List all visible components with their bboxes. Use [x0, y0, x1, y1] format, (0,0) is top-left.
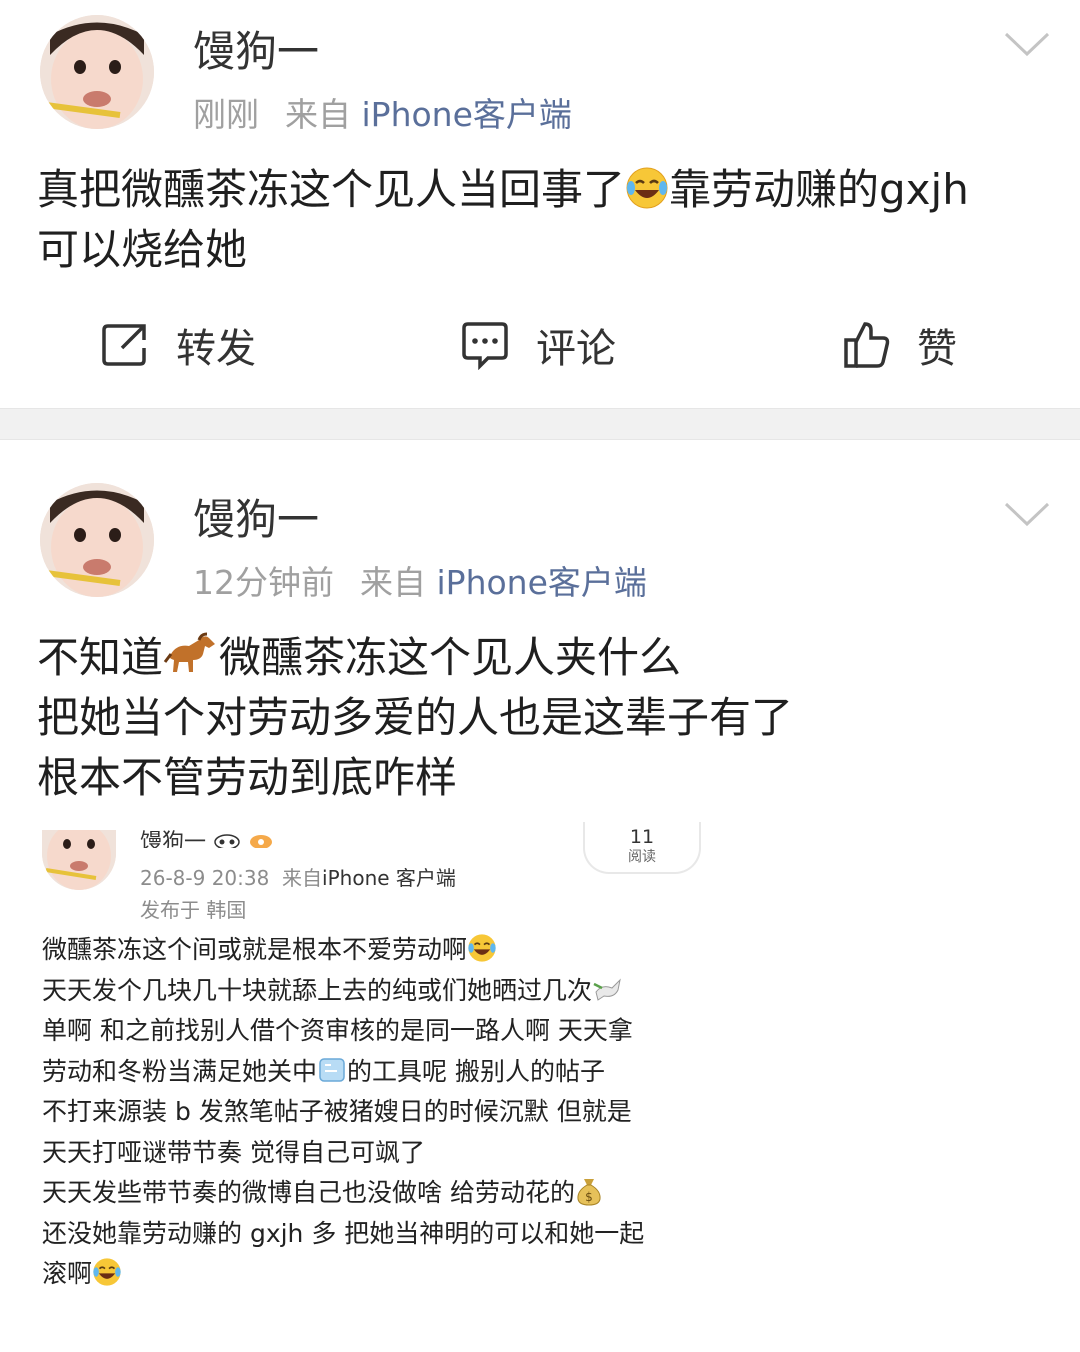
- embedded-source: iPhone 客户端: [322, 866, 456, 890]
- weibo-post-2: 馒狗一 12分钟前 来自 iPhone客户端 不知道 微醺茶冻这个见人夹什么 把她当…: [0, 440, 1080, 1352]
- horse-icon: [163, 632, 216, 672]
- embedded-content: 微醺茶冻这个间或就是根本不爱劳动啊 天天发个几块几十块就舔上去的纯或们她晒过几次…: [42, 930, 722, 1295]
- panda-icon: [214, 834, 240, 848]
- face-with-tears-of-joy-icon: [626, 167, 668, 209]
- post-divider: [0, 408, 1080, 440]
- content-line: 把她当个对劳动多爱的人也是这辈子有了: [37, 693, 794, 742]
- embedded-line: 滚啊: [42, 1259, 93, 1288]
- post-time: 刚刚: [193, 95, 259, 134]
- thumbs-up-icon: [844, 322, 890, 368]
- embedded-line: 微醺茶冻这个间或就是根本不爱劳动啊: [42, 935, 468, 964]
- repost-icon: [102, 324, 146, 366]
- ice-cube-icon: [319, 1057, 345, 1082]
- like-button[interactable]: 赞: [843, 310, 957, 380]
- embedded-line: 劳动和冬粉当满足她关中: [42, 1056, 318, 1086]
- source-prefix: 来自: [285, 95, 351, 134]
- comment-button[interactable]: 评论: [460, 310, 616, 380]
- content-line: 根本不管劳动到底咋样: [37, 753, 458, 802]
- read-count: 11: [629, 826, 655, 848]
- source-link[interactable]: iPhone客户端: [362, 95, 572, 134]
- post-content: 真把微醺茶冻这个见人当回事了 靠劳动赚的gxjh 可以烧给她: [37, 160, 1050, 280]
- post-meta: 刚刚 来自 iPhone客户端: [193, 88, 572, 136]
- embedded-line: 单啊 和之前找别人借个资审核的是同一路人啊 天天拿: [42, 1016, 633, 1045]
- embedded-meta: 26-8-9 20:38 来自iPhone 客户端: [140, 862, 456, 891]
- money-bag-icon: $: [577, 1179, 601, 1206]
- username[interactable]: 馒狗一: [193, 18, 319, 79]
- avatar-child-photo: [40, 483, 154, 597]
- face-with-tears-of-joy-icon: [93, 1258, 121, 1286]
- action-bar: 转发 评论 赞: [0, 310, 1080, 380]
- embedded-line: 的工具呢 搬别人的帖子: [347, 1056, 605, 1086]
- embedded-line: 天天打哑谜带节奏 觉得自己可飒了: [42, 1137, 425, 1167]
- embedded-line: 天天发些带节奏的微博自己也没做啥 给劳动花的: [42, 1178, 575, 1207]
- username[interactable]: 馒狗一: [193, 486, 319, 547]
- read-label: 阅读: [628, 849, 656, 865]
- embedded-line: 不打来源装 b 发煞笔帖子被猪嫂日的时候沉默 但就是: [42, 1097, 632, 1126]
- avatar-child-photo: [40, 15, 154, 129]
- embedded-screenshot[interactable]: 馒狗一 26-8-9 20:38 来自iPhone 客户端 发布于 韩国 11 …: [0, 822, 740, 1350]
- content-line: 真把微醺茶冻这个见人当回事了: [37, 165, 626, 214]
- read-count-badge: 11 阅读: [583, 822, 701, 874]
- chevron-down-icon[interactable]: [1004, 30, 1050, 60]
- weibo-post-1: 馒狗一 刚刚 来自 iPhone客户端 真把微醺茶冻这个见人当回事了 靠劳动赚的gx…: [0, 0, 1080, 408]
- source-link[interactable]: iPhone客户端: [437, 563, 647, 602]
- dove-icon: [593, 977, 621, 1001]
- embedded-line: 还没她靠劳动赚的 gxjh 多 把她当神明的可以和她一起: [42, 1218, 645, 1248]
- chevron-down-icon[interactable]: [1004, 500, 1050, 530]
- like-label: 赞: [917, 326, 957, 372]
- source-prefix: 来自: [360, 563, 426, 602]
- content-line: 可以烧给她: [37, 225, 248, 274]
- comment-label: 评论: [536, 326, 616, 372]
- content-line: 微醺茶冻这个见人夹什么: [219, 633, 682, 682]
- svg-text:$: $: [585, 1190, 593, 1204]
- badge-icon: [250, 835, 273, 848]
- embedded-line: 天天发个几块几十块就舔上去的纯或们她晒过几次: [42, 975, 593, 1005]
- post-meta: 12分钟前 来自 iPhone客户端: [193, 556, 647, 604]
- post-time: 12分钟前: [193, 563, 334, 602]
- embedded-source-prefix: 来自: [282, 866, 323, 890]
- avatar[interactable]: [40, 15, 154, 129]
- avatar[interactable]: [40, 483, 154, 597]
- content-line: 不知道: [37, 633, 164, 682]
- avatar-child-photo: [42, 830, 116, 890]
- face-with-tears-of-joy-icon: [468, 934, 496, 962]
- repost-label: 转发: [176, 326, 256, 372]
- embedded-username: 馒狗一: [140, 824, 274, 848]
- embedded-avatar: [42, 830, 116, 890]
- embedded-username-text: 馒狗一: [140, 830, 207, 848]
- comment-icon: [462, 322, 508, 370]
- post-content: 不知道 微醺茶冻这个见人夹什么 把她当个对劳动多爱的人也是这辈子有了 根本不管劳动…: [37, 628, 1050, 808]
- embedded-datetime: 26-8-9 20:38: [140, 866, 270, 890]
- embedded-location: 发布于 韩国: [140, 898, 247, 922]
- repost-button[interactable]: 转发: [100, 310, 256, 380]
- content-line: 靠劳动赚的gxjh: [669, 165, 969, 214]
